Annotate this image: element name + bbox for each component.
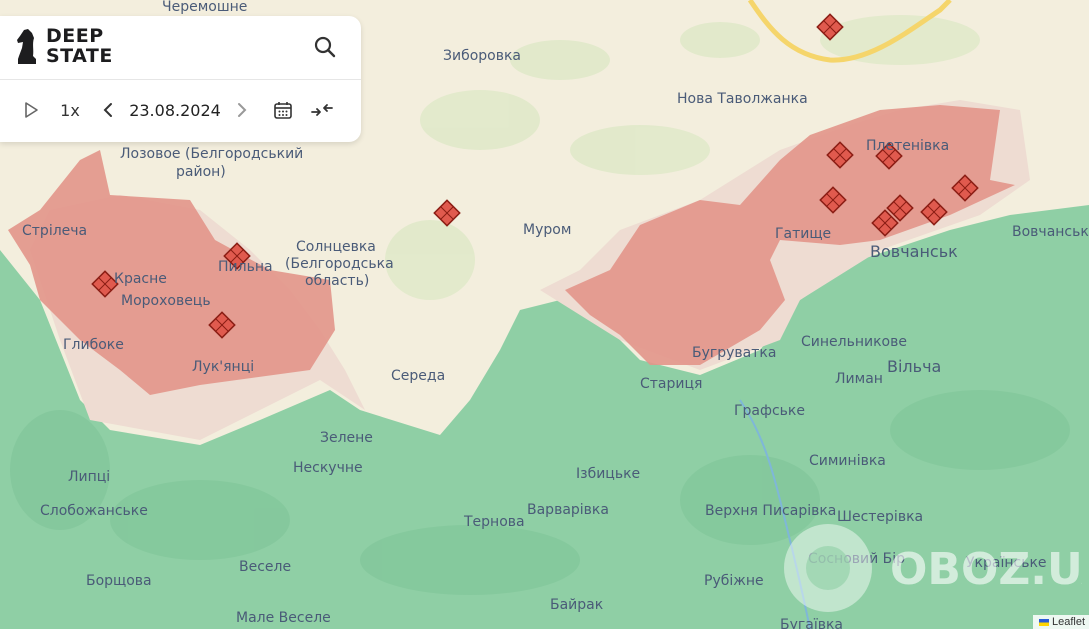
place-label: Ізбицьке bbox=[576, 466, 640, 482]
place-label: Нова Таволжанка bbox=[677, 91, 808, 107]
place-label: Муром bbox=[523, 222, 571, 238]
place-label: Вовчанськ bbox=[870, 242, 958, 261]
chevron-left-icon bbox=[103, 103, 112, 117]
place-label: Графське bbox=[734, 403, 805, 419]
place-label: Симинівка bbox=[809, 453, 886, 469]
next-date-button[interactable] bbox=[232, 96, 252, 124]
place-label: Лозовое (Белгородський bbox=[120, 146, 303, 162]
place-label: Середа bbox=[391, 368, 445, 384]
place-label: Гатище bbox=[775, 226, 831, 242]
place-label: область) bbox=[305, 273, 369, 289]
attribution-text: Leaflet bbox=[1051, 616, 1085, 628]
place-label: Стрілеча bbox=[22, 223, 87, 239]
search-icon bbox=[314, 36, 336, 58]
place-label: Мале Веселе bbox=[236, 610, 331, 626]
prev-date-button[interactable] bbox=[98, 96, 118, 124]
deepstate-logo[interactable]: DEEP STATE bbox=[14, 26, 113, 66]
place-label: Лук'янці bbox=[192, 359, 254, 375]
date-display[interactable]: 23.08.2024 bbox=[128, 96, 222, 124]
place-label: Варварівка bbox=[527, 502, 609, 518]
calendar-icon bbox=[274, 102, 292, 119]
place-label: Борщова bbox=[86, 573, 152, 589]
place-label: Красне bbox=[114, 271, 167, 287]
place-label: Стариця bbox=[640, 376, 702, 392]
place-label: Веселе bbox=[239, 559, 291, 575]
compress-icon bbox=[311, 104, 333, 116]
place-label: Черемошне bbox=[162, 0, 247, 15]
place-label: Рубіжне bbox=[704, 573, 764, 589]
place-label: Тернова bbox=[463, 514, 525, 530]
place-label: Бугаївка bbox=[780, 617, 843, 629]
place-label: Бугруватка bbox=[692, 345, 776, 361]
place-label: Верхня Писарівка bbox=[705, 503, 836, 519]
play-button[interactable] bbox=[18, 96, 44, 124]
logo-line-1: DEEP bbox=[46, 25, 104, 47]
place-label: Глибоке bbox=[63, 337, 124, 353]
panel-divider bbox=[0, 79, 361, 80]
place-label: Байрак bbox=[550, 597, 603, 613]
ukraine-flag-icon bbox=[1038, 618, 1049, 626]
knight-logo-icon bbox=[17, 29, 36, 64]
control-panel: DEEP STATE 1x 23.08.2024 bbox=[0, 16, 361, 142]
chevron-right-icon bbox=[238, 103, 247, 117]
speed-toggle[interactable]: 1x bbox=[56, 96, 84, 124]
place-label: Мороховець bbox=[121, 293, 211, 309]
place-label: район) bbox=[176, 164, 226, 180]
leaflet-attribution[interactable]: Leaflet bbox=[1032, 615, 1089, 629]
oboz-watermark: OBOZ.UA bbox=[784, 524, 1082, 612]
place-label: Нескучне bbox=[293, 460, 363, 476]
place-label: Зелене bbox=[320, 430, 373, 446]
search-button[interactable] bbox=[312, 34, 338, 60]
place-label: Зиборовка bbox=[443, 48, 521, 64]
calendar-button[interactable] bbox=[270, 96, 296, 124]
place-label: Вільча bbox=[887, 357, 941, 376]
place-label: Слобожанське bbox=[40, 503, 148, 519]
place-label: Вовчанські bbox=[1012, 224, 1089, 240]
logo-line-2: STATE bbox=[46, 45, 113, 67]
place-label: Липці bbox=[68, 469, 110, 485]
watermark-text: OBOZ.UA bbox=[890, 544, 1082, 595]
place-label: Лиман bbox=[835, 371, 883, 387]
place-label: (Белгородська bbox=[285, 256, 394, 272]
place-label: Солнцевка bbox=[296, 239, 376, 255]
compare-button[interactable] bbox=[308, 96, 336, 124]
place-label: Пильна bbox=[218, 259, 273, 275]
place-label: Синельникове bbox=[801, 334, 907, 350]
play-icon bbox=[25, 102, 38, 118]
place-label: Плетенівка bbox=[866, 138, 949, 154]
